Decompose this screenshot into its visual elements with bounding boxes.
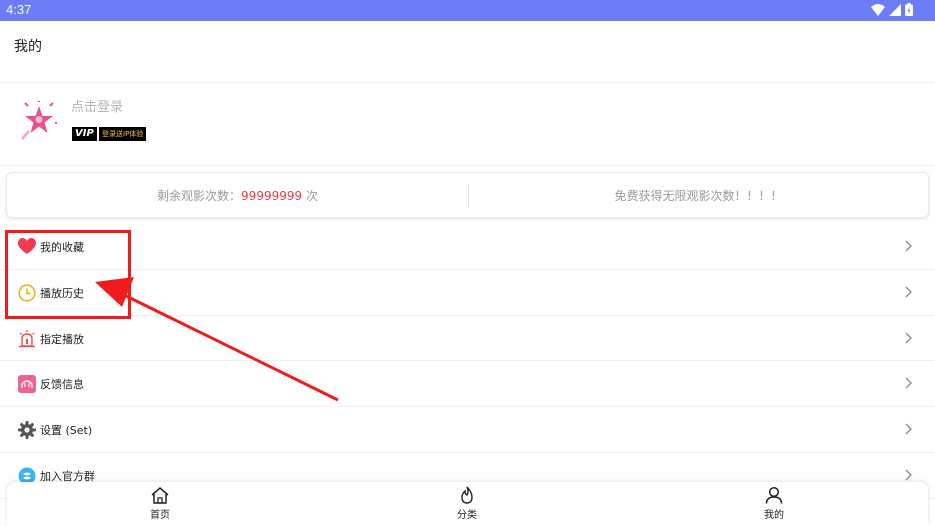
vip-promo-text: 登录送IP体验 [99,127,147,141]
fire-icon [461,486,473,504]
chevron-right-icon [905,286,912,298]
menu-item-history[interactable]: 播放历史 [0,270,935,316]
menu-item-label: 设置 (Set) [40,424,93,438]
menu-item-specified-play[interactable]: 指定播放 [0,316,935,362]
remaining-value: 99999999 [241,189,303,203]
remaining-views: 剩余观影次数：99999999 次 [7,173,468,217]
nav-home[interactable]: 首页 [130,486,190,524]
chevron-right-icon [905,332,912,344]
wifi-icon [871,3,885,16]
login-link[interactable]: 点击登录 [71,96,123,115]
signal-icon [889,3,901,16]
chevron-right-icon [905,469,912,481]
menu-item-label: 反馈信息 [40,378,84,392]
profile-section[interactable]: 点击登录 VIP 登录送IP体验 [0,83,935,166]
vip-badge: VIP [72,127,97,141]
chevron-right-icon [905,423,912,435]
chevron-right-icon [905,240,912,252]
feedback-icon [18,375,36,394]
menu-item-feedback[interactable]: 反馈信息 [0,361,935,408]
nav-category[interactable]: 分类 [437,486,497,524]
menu-list: 我的收藏 播放历史 指定播放 反馈信息 设置 (Set) 加入官方群 [0,224,935,499]
header: 我的 [0,21,935,83]
battery-icon [905,3,913,16]
menu-item-settings[interactable]: 设置 (Set) [0,407,935,453]
nav-mine[interactable]: 我的 [744,486,804,524]
free-unlimited-link[interactable]: 免费获得无限观影次数！！！！ [469,173,928,217]
nav-mine-label: 我的 [764,510,784,521]
bottom-nav: 首页 分类 我的 [7,482,928,526]
avatar[interactable] [17,101,57,143]
remaining-prefix: 剩余观影次数： [157,189,242,203]
home-icon [151,487,169,504]
status-bar: 4:37 [0,0,935,21]
user-icon [765,486,783,504]
alarm-icon [19,329,35,347]
nav-home-label: 首页 [150,510,170,521]
status-time: 4:37 [6,2,32,17]
status-icons [871,3,913,16]
nav-category-label: 分类 [457,510,477,521]
menu-item-favorites[interactable]: 我的收藏 [0,224,935,270]
chevron-right-icon [905,377,912,389]
page-title: 我的 [14,39,42,55]
app-root: 4:37 我的 点击登录 VIP 登录送IP体验 剩余观影次数：99999999… [0,0,935,526]
stats-card: 剩余观影次数：99999999 次 免费获得无限观影次数！！！！ [6,172,929,218]
gear-icon [18,421,36,440]
menu-item-label: 指定播放 [40,332,84,346]
remaining-suffix: 次 [302,189,318,203]
annotation-highlight-box [5,230,131,319]
